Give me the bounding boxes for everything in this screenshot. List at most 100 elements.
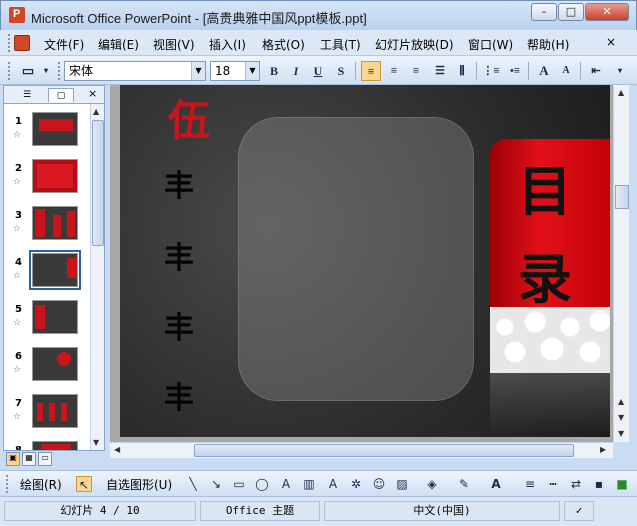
thumbnail-row[interactable]: 5 ☆ <box>4 298 90 344</box>
menu-slideshow[interactable]: 幻灯片放映(D) <box>375 36 454 53</box>
scroll-up-icon[interactable]: ▲ <box>93 107 99 116</box>
shadow-button[interactable]: S <box>331 61 351 81</box>
menu-edit[interactable]: 编辑(E) <box>98 36 139 53</box>
shrink-font-button[interactable]: A <box>556 61 576 81</box>
thumbnail-row[interactable]: 7 ☆ <box>4 392 90 438</box>
previous-slide-icon[interactable]: ▲ <box>618 397 624 406</box>
spelling-check-icon[interactable]: ✓ <box>564 501 594 521</box>
align-center-icon[interactable]: ≡ <box>384 61 404 81</box>
columns-icon[interactable]: ⫼ <box>452 61 472 81</box>
thumbnail-row[interactable]: 2 ☆ <box>4 157 90 203</box>
normal-view-icon[interactable]: ▣ <box>6 452 20 466</box>
toolbar-grip-icon[interactable] <box>8 62 11 80</box>
vertical-textbox-icon[interactable]: ▥ <box>301 476 317 492</box>
dash-style-icon[interactable]: ┅ <box>545 476 561 492</box>
align-left-icon[interactable]: ≡ <box>361 61 381 81</box>
powerpoint-app-icon[interactable] <box>9 7 25 23</box>
scrollbar-thumb[interactable] <box>615 185 629 209</box>
line-style-icon[interactable]: ≡ <box>522 476 538 492</box>
toolbar-options-icon[interactable]: ▾ <box>36 61 56 81</box>
new-slide-icon[interactable]: ▭ <box>18 61 38 81</box>
fill-color-icon[interactable]: ◈ <box>424 476 440 492</box>
arrow-icon[interactable]: ↘ <box>208 476 224 492</box>
maximize-button[interactable]: □ <box>558 3 584 21</box>
menu-insert[interactable]: 插入(I) <box>209 36 246 53</box>
thumbnail-row[interactable]: 4 ☆ <box>4 250 90 297</box>
menu-format[interactable]: 格式(O) <box>262 36 305 53</box>
current-slide[interactable]: 伍 丰 丰 丰 丰 目 录 <box>120 85 610 437</box>
toolbar-options-icon[interactable]: ▾ <box>610 61 630 81</box>
distribute-icon[interactable]: ☰ <box>430 61 450 81</box>
font-size-select[interactable]: 18 ▼ <box>210 61 260 81</box>
slide-thumbnail[interactable] <box>32 300 78 334</box>
slide-heading[interactable]: 伍 <box>168 87 210 148</box>
scrollbar-thumb[interactable] <box>92 120 104 246</box>
scrollbar-thumb[interactable] <box>194 444 574 457</box>
menu-help[interactable]: 帮助(H) <box>527 36 569 53</box>
wordart-icon[interactable]: A <box>325 476 341 492</box>
rectangle-icon[interactable]: ▭ <box>231 476 247 492</box>
scroll-left-icon[interactable]: ◀ <box>114 445 120 454</box>
horizontal-scrollbar[interactable]: ◀ ▶ <box>110 442 613 458</box>
draw-menu-button[interactable]: 绘图(R) <box>20 476 62 493</box>
picture-icon[interactable]: ▨ <box>394 476 410 492</box>
thumbnail-row[interactable]: 6 ☆ <box>4 345 90 391</box>
oval-icon[interactable]: ◯ <box>254 476 270 492</box>
italic-button[interactable]: I <box>286 61 306 81</box>
panel-close-button[interactable]: × <box>88 87 97 100</box>
document-close-button[interactable]: × <box>606 35 616 49</box>
select-pointer-icon[interactable]: ↖ <box>76 476 92 492</box>
slide-thumbnail-selected[interactable] <box>29 250 81 290</box>
font-color-icon[interactable]: A <box>488 476 504 492</box>
align-right-icon[interactable]: ≡ <box>406 61 426 81</box>
clipart-icon[interactable]: ☺ <box>371 476 387 492</box>
line-color-icon[interactable]: ✎ <box>456 476 472 492</box>
thumbnail-row[interactable]: 3 ☆ <box>4 204 90 250</box>
font-name-select[interactable]: 宋体 ▼ <box>64 61 206 81</box>
menu-tools[interactable]: 工具(T) <box>320 36 361 53</box>
scroll-down-icon[interactable]: ▼ <box>93 438 99 447</box>
underline-button[interactable]: U <box>308 61 328 81</box>
3d-style-icon[interactable]: ■ <box>614 476 630 492</box>
diagram-icon[interactable]: ✲ <box>348 476 364 492</box>
next-slide-icon[interactable]: ▼ <box>618 413 624 422</box>
arrow-style-icon[interactable]: ⇄ <box>568 476 584 492</box>
grow-font-button[interactable]: A <box>534 61 554 81</box>
autoshapes-menu-button[interactable]: 自选图形(U) <box>106 476 172 493</box>
scroll-down-icon[interactable]: ▼ <box>618 429 624 438</box>
menu-file[interactable]: 文件(F) <box>44 36 84 53</box>
decrease-indent-icon[interactable]: ⇤ <box>586 61 606 81</box>
slide-thumbnail[interactable] <box>32 394 78 428</box>
toolbar-grip-icon[interactable] <box>8 34 11 52</box>
toolbar-grip-icon[interactable] <box>58 62 61 80</box>
shadow-style-icon[interactable]: ▪ <box>591 476 607 492</box>
numbering-icon[interactable]: ⋮≡ <box>481 61 501 81</box>
slide-thumbnail[interactable] <box>32 347 78 381</box>
textbox-icon[interactable]: A <box>278 476 294 492</box>
minimize-button[interactable]: – <box>531 3 557 21</box>
document-icon[interactable] <box>14 35 30 51</box>
toolbar-grip-icon[interactable] <box>6 475 9 493</box>
panel-scrollbar[interactable]: ▲ ▼ <box>90 104 104 450</box>
slideshow-view-icon[interactable]: ▭ <box>38 452 52 466</box>
slide-thumbnail[interactable] <box>32 441 78 450</box>
slide-content-frame[interactable] <box>238 117 474 401</box>
menu-view[interactable]: 视图(V) <box>153 36 195 53</box>
line-icon[interactable]: ╲ <box>185 476 201 492</box>
close-button[interactable]: ✕ <box>585 3 629 21</box>
scroll-up-icon[interactable]: ▲ <box>618 88 624 97</box>
chevron-down-icon[interactable]: ▼ <box>245 62 259 80</box>
tab-outline-icon[interactable]: ☰ <box>14 88 40 102</box>
thumbnail-row[interactable]: 1 ☆ <box>4 110 90 156</box>
menu-window[interactable]: 窗口(W) <box>468 36 513 53</box>
chevron-down-icon[interactable]: ▼ <box>191 62 205 80</box>
slide-thumbnail[interactable] <box>32 159 78 193</box>
bold-button[interactable]: B <box>264 61 284 81</box>
slide-thumbnail[interactable] <box>32 206 78 240</box>
contents-banner[interactable]: 目 录 <box>490 139 610 373</box>
bullets-icon[interactable]: •≡ <box>505 61 525 81</box>
slide-sorter-icon[interactable]: ▦ <box>22 452 36 466</box>
slide-thumbnail[interactable] <box>32 112 78 146</box>
vertical-scrollbar[interactable]: ▲ ▲ ▼ ▼ <box>613 85 629 442</box>
scroll-right-icon[interactable]: ▶ <box>600 445 606 454</box>
